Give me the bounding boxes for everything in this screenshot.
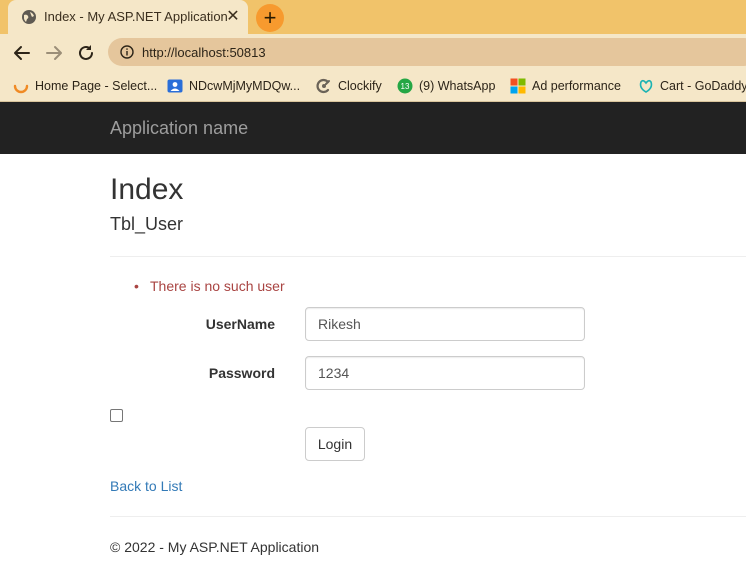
site-navbar: Application name (0, 102, 746, 154)
whatsapp-icon: 13 (397, 78, 413, 94)
bookmark-label: Clockify (338, 79, 382, 93)
bookmark-whatsapp[interactable]: 13 (9) WhatsApp (397, 77, 495, 95)
password-label: Password (208, 365, 275, 381)
bookmarks-bar: Home Page - Select... NDcwMjMyMDQw... Cl… (0, 70, 746, 102)
validation-message: There is no such user (150, 278, 285, 294)
brand-link[interactable]: Application name (110, 118, 248, 139)
page-title: Index (110, 173, 184, 206)
bookmark-label: Home Page - Select... (35, 79, 158, 93)
tab-title: Index - My ASP.NET Application (44, 9, 228, 24)
url-text: http://localhost:50813 (142, 45, 266, 60)
bookmark-godaddy[interactable]: Cart - GoDaddy (638, 77, 746, 95)
page-subtitle: Tbl_User (110, 214, 184, 234)
close-icon[interactable]: ✕ (225, 9, 241, 25)
whatsapp-badge: 13 (401, 82, 410, 91)
password-field[interactable] (305, 356, 585, 390)
back-arrow-icon[interactable] (11, 42, 33, 64)
bookmark-home-page[interactable]: Home Page - Select... (13, 77, 157, 95)
info-icon[interactable] (120, 45, 134, 59)
bookmark-ad-performance[interactable]: Ad performance (510, 77, 621, 95)
address-bar[interactable]: http://localhost:50813 (108, 38, 746, 66)
contact-card-icon (167, 79, 183, 93)
browser-toolbar: http://localhost:50813 (0, 34, 746, 70)
bookmark-label: Ad performance (532, 79, 621, 93)
bullet-icon: • (134, 278, 139, 294)
divider (110, 256, 746, 257)
remember-checkbox[interactable] (110, 409, 123, 422)
reload-icon[interactable] (75, 42, 97, 64)
username-label: UserName (205, 316, 275, 332)
bookmark-ndcw[interactable]: NDcwMjMyMDQw... (167, 77, 300, 95)
clockify-icon (316, 78, 330, 94)
bookmark-label: NDcwMjMyMDQw... (189, 79, 301, 93)
bookmark-clockify[interactable]: Clockify (316, 77, 382, 95)
new-tab-button[interactable]: + (256, 4, 284, 32)
microsoft-icon (510, 78, 526, 94)
loader-ring-icon (13, 84, 29, 94)
bookmark-label: (9) WhatsApp (419, 79, 496, 93)
footer-divider (110, 516, 746, 517)
browser-tab[interactable]: Index - My ASP.NET Application ✕ (8, 0, 248, 34)
browser-tabstrip: Index - My ASP.NET Application ✕ + (0, 0, 746, 34)
forward-arrow-icon[interactable] (43, 42, 65, 64)
footer-copyright: © 2022 - My ASP.NET Application (110, 539, 320, 555)
bookmark-label: Cart - GoDaddy (660, 79, 746, 93)
globe-icon (22, 10, 36, 24)
godaddy-icon (639, 79, 653, 93)
back-to-list-link[interactable]: Back to List (110, 478, 182, 494)
login-button[interactable]: Login (305, 427, 365, 461)
username-field[interactable] (305, 307, 585, 341)
